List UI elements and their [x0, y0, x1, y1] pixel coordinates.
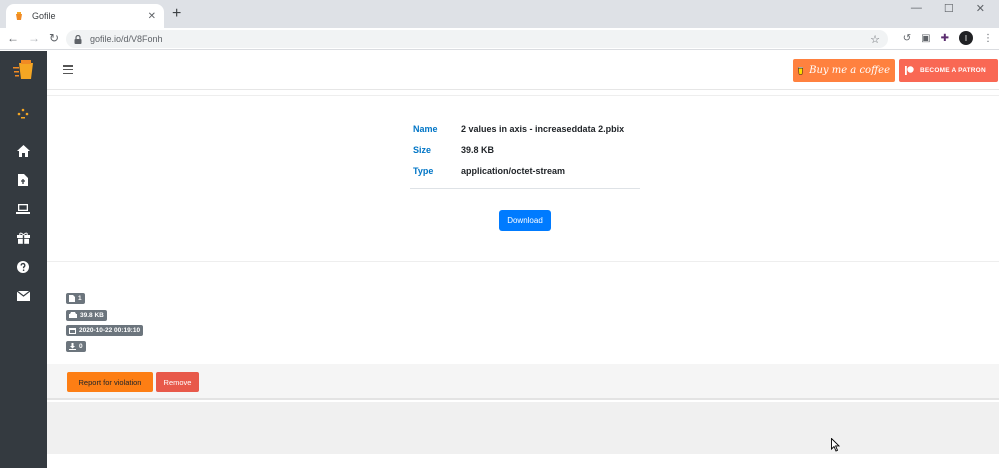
remove-button[interactable]: Remove	[156, 372, 199, 392]
download-icon	[69, 343, 76, 350]
become-a-patron-button[interactable]: BECOME A PATRON	[899, 59, 998, 82]
back-arrow-icon[interactable]: ←	[7, 31, 19, 45]
profile-avatar[interactable]: I	[959, 31, 973, 45]
file-size-row: Size 39.8 KB	[413, 139, 624, 160]
bookmark-star-icon[interactable]: ☆	[870, 33, 880, 46]
upload-file-icon[interactable]	[15, 172, 31, 188]
file-stats: 1 39.8 KB 2020-10-22 00:19:10 0	[66, 289, 144, 353]
minimize-button[interactable]: —	[911, 2, 922, 15]
translate-icon[interactable]: ▣	[921, 33, 930, 44]
file-count-badge: 1	[66, 293, 85, 304]
reload-icon[interactable]: ↻	[49, 31, 59, 45]
browser-tab[interactable]: Gofile ✕	[6, 4, 164, 28]
file-icon	[69, 295, 75, 302]
mouse-cursor-icon	[831, 438, 841, 452]
sidebar	[0, 51, 47, 468]
url-text[interactable]: gofile.io/d/V8Fonh	[90, 34, 870, 44]
envelope-mail-icon[interactable]	[15, 288, 31, 304]
home-icon[interactable]	[15, 143, 31, 159]
history-icon[interactable]: ↺	[903, 33, 911, 44]
gofile-logo-icon[interactable]	[13, 59, 37, 81]
upload-date-badge: 2020-10-22 00:19:10	[66, 325, 144, 336]
tab-title: Gofile	[32, 11, 56, 21]
file-name-value: 2 values in axis - increaseddata 2.pbix	[461, 123, 625, 134]
coffee-label: Buy me a coffee	[809, 65, 890, 76]
total-size-badge: 39.8 KB	[66, 309, 107, 321]
patreon-icon	[905, 66, 914, 75]
new-tab-button[interactable]: +	[172, 6, 181, 22]
laptop-icon[interactable]	[15, 201, 31, 217]
top-navbar: Buy me a coffee BECOME A PATRON	[47, 51, 999, 90]
calendar-icon	[69, 328, 76, 334]
footer-strip	[47, 454, 999, 468]
patron-label: BECOME A PATRON	[920, 67, 986, 74]
download-count: 0	[79, 343, 83, 350]
hdd-icon	[69, 312, 77, 318]
maximize-button[interactable]: ☐	[944, 2, 954, 15]
divider	[410, 188, 640, 189]
hamburger-menu-icon[interactable]	[63, 65, 73, 75]
address-bar[interactable]: gofile.io/d/V8Fonh ☆	[66, 30, 888, 48]
close-window-button[interactable]: ✕	[976, 2, 985, 15]
forward-arrow-icon[interactable]: →	[28, 31, 40, 45]
file-type-value: application/octet-stream	[461, 165, 566, 176]
main-content: Name 2 values in axis - increaseddata 2.…	[47, 91, 999, 468]
file-size-key: Size	[413, 144, 432, 155]
puzzle-extensions-icon[interactable]: ✚	[941, 33, 949, 44]
menu-dots-icon[interactable]: ⋮	[983, 33, 993, 44]
coffee-cup-icon	[798, 67, 804, 75]
gift-icon[interactable]	[15, 230, 31, 246]
file-info-table: Name 2 values in axis - increaseddata 2.…	[413, 118, 624, 181]
browser-tab-bar: Gofile ✕ + — ☐ ✕	[0, 0, 999, 28]
gofile-favicon-icon	[14, 11, 24, 21]
file-name-row: Name 2 values in axis - increaseddata 2.…	[413, 118, 624, 139]
window-controls: — ☐ ✕	[911, 2, 985, 15]
file-type-key: Type	[413, 165, 434, 176]
download-button[interactable]: Download	[499, 210, 551, 231]
content-background	[47, 402, 999, 454]
file-info-card: Name 2 values in axis - increaseddata 2.…	[47, 95, 999, 262]
browser-toolbar: ← → ↻ gofile.io/d/V8Fonh ☆ ↺ ▣ ✚ I ⋮	[0, 28, 999, 50]
total-size: 39.8 KB	[80, 311, 104, 319]
file-count: 1	[78, 295, 82, 302]
lock-icon	[74, 34, 82, 44]
download-count-badge: 0	[66, 341, 86, 352]
file-type-row: Type application/octet-stream	[413, 160, 624, 181]
buy-me-a-coffee-button[interactable]: Buy me a coffee	[793, 59, 895, 82]
file-size-value: 39.8 KB	[461, 144, 495, 155]
upload-date: 2020-10-22 00:19:10	[79, 327, 141, 334]
report-violation-button[interactable]: Report for violation	[67, 372, 153, 392]
extension-icons: ↺ ▣ ✚ I ⋮	[903, 31, 993, 45]
tab-close-icon[interactable]: ✕	[148, 11, 156, 22]
file-name-key: Name	[413, 123, 438, 134]
action-bar: Report for violation Remove	[47, 364, 999, 400]
loading-spinner-icon	[15, 107, 31, 123]
help-question-icon[interactable]	[15, 259, 31, 275]
